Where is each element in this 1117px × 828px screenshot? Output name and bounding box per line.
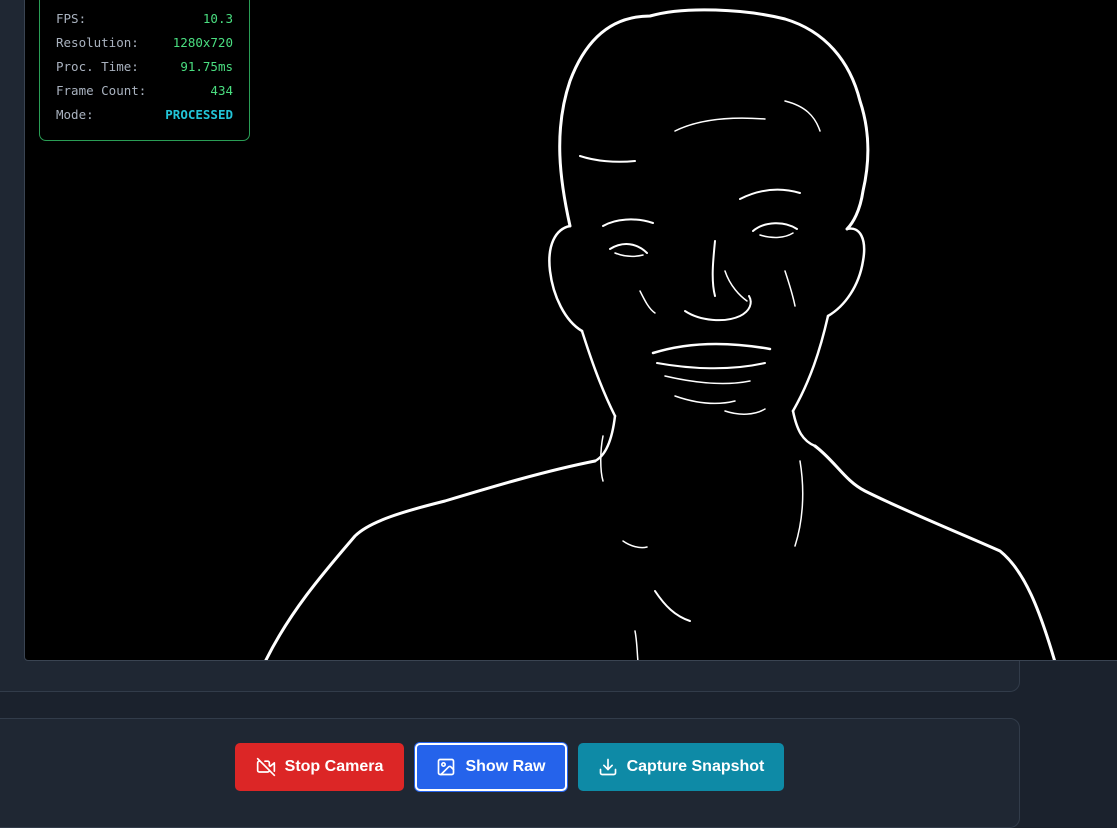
stat-value: 10.3: [202, 11, 233, 26]
stat-row-proc-time: Proc. Time: 91.75ms: [56, 58, 233, 76]
stat-row-resolution: Resolution: 1280x720: [56, 34, 233, 52]
stat-row-mode: Mode: PROCESSED: [56, 106, 233, 124]
stop-camera-label: Stop Camera: [284, 758, 384, 775]
stat-label: Proc. Time:: [56, 59, 139, 74]
stat-label: Mode:: [56, 107, 94, 122]
stat-label: Frame Count:: [56, 83, 147, 98]
stat-row-fps: FPS: 10.3: [56, 10, 233, 28]
stat-value: 91.75ms: [180, 59, 233, 74]
show-raw-label: Show Raw: [465, 758, 546, 775]
video-off-icon: [256, 757, 275, 777]
download-icon: [599, 758, 616, 776]
stat-label: FPS:: [56, 11, 87, 26]
stat-value: 1280x720: [172, 35, 233, 50]
capture-snapshot-button[interactable]: Capture Snapshot: [578, 743, 784, 791]
stats-overlay: FPS: 10.3 Resolution: 1280x720 Proc. Tim…: [39, 0, 250, 141]
stop-camera-button[interactable]: Stop Camera: [235, 743, 404, 791]
capture-snapshot-label: Capture Snapshot: [626, 758, 765, 775]
mode-value: PROCESSED: [165, 107, 233, 122]
show-raw-button[interactable]: Show Raw: [415, 743, 567, 791]
stat-label: Resolution:: [56, 35, 139, 50]
stat-row-frame-count: Frame Count: 434: [56, 82, 233, 100]
image-icon: [438, 758, 455, 776]
stat-value: 434: [210, 83, 233, 98]
